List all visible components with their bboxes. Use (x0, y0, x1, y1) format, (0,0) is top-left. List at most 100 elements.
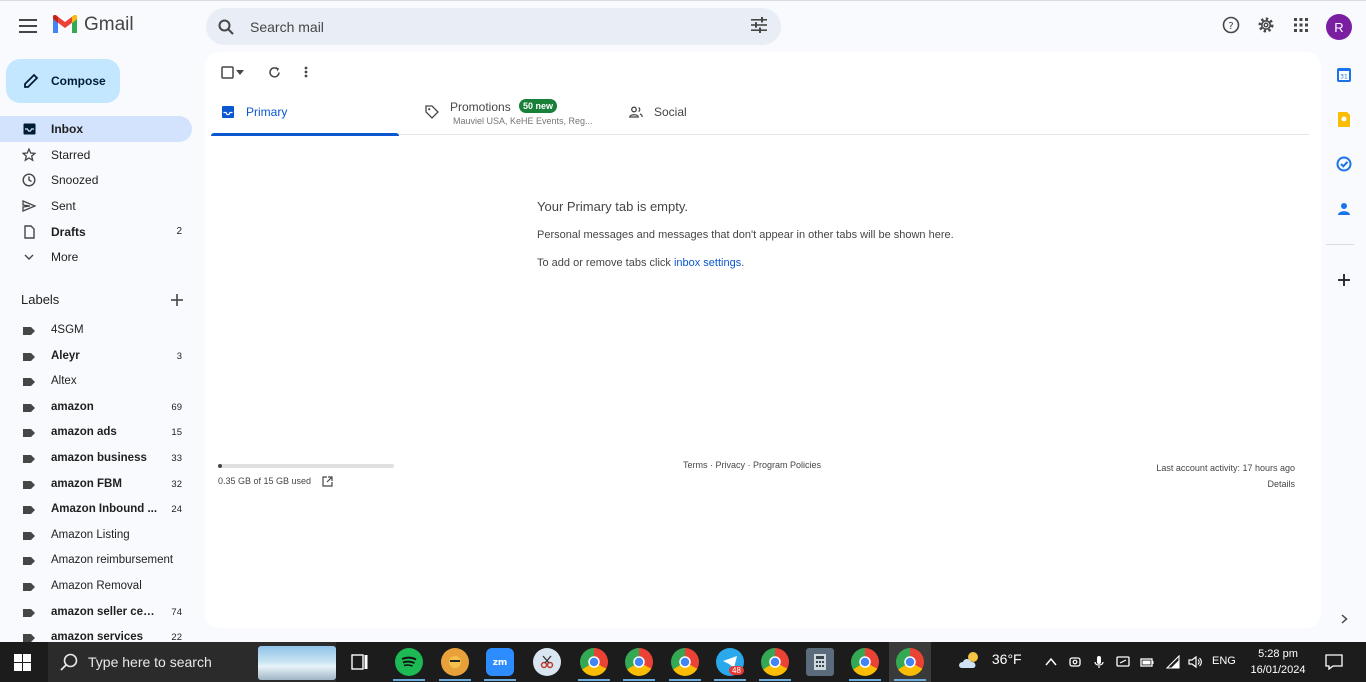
gmail-logo[interactable]: Gmail (52, 14, 134, 36)
battery-icon[interactable] (1140, 655, 1154, 669)
select-dropdown-icon[interactable] (235, 64, 245, 80)
last-activity-text: Last account activity: 17 hours ago (1156, 463, 1295, 473)
tab-label: Social (654, 105, 687, 119)
label-item[interactable]: Amazon Listing (0, 523, 192, 549)
sidebar-item-sent[interactable]: Sent (0, 193, 192, 219)
sidebar-item-more[interactable]: More (0, 244, 192, 270)
search-options-icon[interactable] (751, 17, 767, 38)
chrome-profile-1-icon[interactable] (580, 648, 608, 676)
volume-icon[interactable] (1188, 655, 1202, 669)
language-indicator[interactable]: ENG (1212, 655, 1236, 667)
meet-now-icon[interactable] (1068, 655, 1082, 669)
show-side-panel-icon[interactable] (1335, 610, 1353, 628)
terms-link[interactable]: Terms (683, 460, 708, 470)
cyberduck-icon[interactable] (441, 648, 469, 676)
keep-icon[interactable] (1335, 110, 1353, 128)
labels-heading: Labels (21, 292, 60, 307)
svg-text:31: 31 (1340, 74, 1348, 81)
label-item[interactable]: 4SGM (0, 318, 192, 344)
search-bar[interactable] (206, 8, 781, 45)
clock[interactable]: 5:28 pm 16/01/2024 (1248, 646, 1308, 678)
refresh-icon[interactable] (266, 64, 282, 80)
spotify-icon[interactable] (395, 648, 423, 676)
settings-gear-icon[interactable] (1256, 15, 1276, 35)
chrome-profile-m2-icon[interactable] (761, 648, 789, 676)
label-item[interactable]: amazon business 33 (0, 446, 192, 472)
display-icon[interactable] (1116, 655, 1130, 669)
clock-date: 16/01/2024 (1250, 664, 1306, 676)
chrome-profile-m-icon[interactable] (671, 648, 699, 676)
label-item[interactable]: Amazon Inbound ... 24 (0, 497, 192, 523)
search-highlight-image (258, 646, 336, 680)
activity-details-link[interactable]: Details (1156, 476, 1295, 492)
sidebar-item-label: Starred (51, 147, 91, 162)
chrome-profile-s-icon[interactable] (851, 648, 879, 676)
star-icon (22, 147, 36, 162)
pencil-icon (24, 73, 39, 88)
zoom-icon[interactable]: zm (486, 648, 514, 676)
storage-meter-fill (218, 464, 222, 468)
chrome-profile-l-icon[interactable] (625, 648, 653, 676)
notifications-icon[interactable] (1325, 654, 1343, 670)
search-input[interactable] (250, 18, 730, 35)
label-name: Amazon Removal (51, 579, 142, 592)
clock-time: 5:28 pm (1258, 648, 1298, 660)
program-policies-link[interactable]: Program Policies (753, 460, 821, 470)
search-icon[interactable] (216, 17, 236, 37)
sidebar-item-drafts[interactable]: Drafts 2 (0, 219, 192, 245)
label-item[interactable]: Altex (0, 369, 192, 395)
empty-state-title: Your Primary tab is empty. (537, 199, 688, 214)
tab-social[interactable]: Social (619, 91, 799, 135)
label-item[interactable]: Amazon Removal (0, 574, 192, 600)
running-indicator (669, 679, 701, 681)
apps-grid-icon[interactable] (1291, 15, 1311, 35)
select-all-checkbox[interactable] (219, 64, 235, 80)
label-name: amazon business (51, 451, 147, 464)
labels-list: 4SGM Aleyr 3 Altex amazon 69 amazon ads 15 … (0, 318, 200, 651)
weather-widget[interactable]: 36°F (958, 650, 1022, 670)
label-item[interactable]: amazon 69 (0, 395, 192, 421)
sidebar-item-inbox[interactable]: Inbox (0, 116, 192, 142)
sidebar-item-label: Snoozed (51, 173, 99, 188)
label-item[interactable]: Amazon reimbursement (0, 548, 192, 574)
label-count: 74 (171, 606, 182, 618)
calculator-icon[interactable] (806, 648, 834, 676)
taskbar-search-box[interactable]: Type here to search (48, 642, 336, 682)
main-menu-button[interactable] (12, 10, 44, 42)
tab-primary[interactable]: Primary (211, 91, 399, 136)
compose-button[interactable]: Compose (6, 59, 120, 103)
calendar-icon[interactable]: 31 (1335, 66, 1353, 84)
label-tag-icon (23, 506, 35, 515)
sidebar-item-snoozed[interactable]: Snoozed (0, 167, 192, 193)
microphone-icon[interactable] (1092, 655, 1106, 669)
gmail-m-icon (53, 15, 77, 33)
compose-label: Compose (51, 74, 106, 88)
task-view-icon[interactable] (346, 648, 374, 676)
contacts-icon[interactable] (1335, 200, 1353, 218)
sidebar-item-label: Sent (51, 198, 76, 213)
label-item[interactable]: amazon ads 15 (0, 420, 192, 446)
account-avatar[interactable]: R (1326, 14, 1352, 40)
label-item[interactable]: amazon FBM 32 (0, 472, 192, 498)
tasks-icon[interactable] (1335, 155, 1353, 173)
label-name: amazon seller cen... (51, 605, 159, 618)
add-addon-icon[interactable] (1335, 271, 1353, 289)
sidebar-item-starred[interactable]: Starred (0, 142, 192, 168)
label-item[interactable]: amazon seller cen... 74 (0, 600, 192, 626)
more-options-icon[interactable] (298, 64, 314, 80)
wifi-icon[interactable] (1166, 655, 1180, 669)
show-hidden-icons-chevron-icon[interactable] (1044, 655, 1058, 669)
chrome-active-window-icon[interactable] (896, 648, 924, 676)
help-icon[interactable]: ? (1221, 15, 1241, 35)
label-count: 3 (176, 350, 182, 362)
create-label-icon[interactable] (171, 293, 183, 311)
open-in-new-icon[interactable] (322, 474, 333, 492)
inbox-settings-link[interactable]: inbox settings (674, 257, 741, 269)
privacy-link[interactable]: Privacy (716, 460, 746, 470)
snipping-tool-icon[interactable] (533, 648, 561, 676)
sidebar-nav: Inbox Starred Snoozed Sent Drafts 2 More (0, 116, 200, 270)
label-item[interactable]: Aleyr 3 (0, 344, 192, 370)
windows-start-icon[interactable] (14, 654, 31, 671)
tab-promotions[interactable]: Promotions 50 new Mauviel USA, KeHE Even… (415, 91, 615, 135)
storage-usage-text[interactable]: 0.35 GB of 15 GB used (218, 476, 311, 486)
